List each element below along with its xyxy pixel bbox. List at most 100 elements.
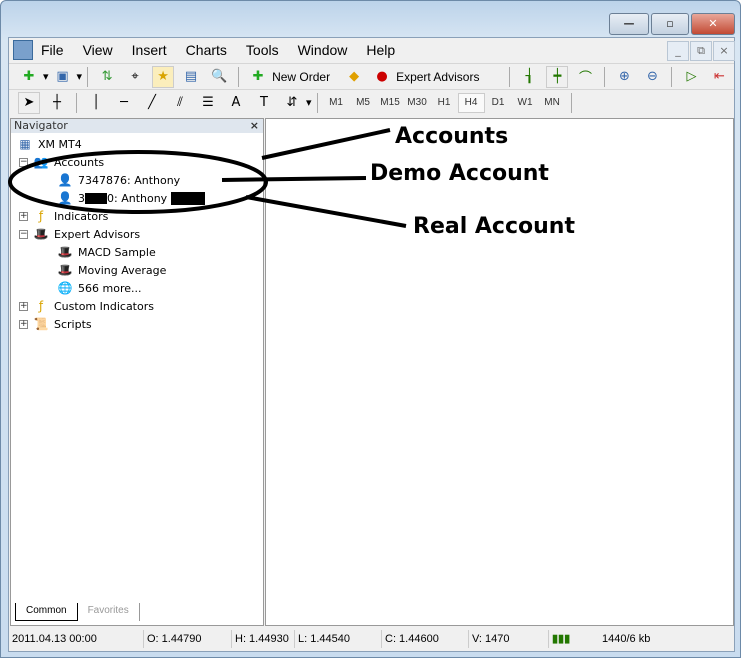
experts-collapse-toggle[interactable]: − <box>19 230 28 239</box>
crosshair-icon[interactable]: ┼ <box>46 92 68 114</box>
mdi-close-button[interactable]: × <box>713 41 735 61</box>
status-high: H: 1.44930 <box>232 630 295 648</box>
mdi-restore-button[interactable]: ⧉ <box>690 41 712 61</box>
ea-label: 566 more... <box>78 281 142 295</box>
timeframe-d1[interactable]: D1 <box>485 97 512 108</box>
timeframe-h4[interactable]: H4 <box>457 92 485 113</box>
expert-advisors-button[interactable]: Expert Advisors <box>396 70 479 84</box>
menu-file[interactable]: File <box>41 42 64 58</box>
tree-root[interactable]: ▦ XM MT4 <box>17 135 81 153</box>
app-icon <box>13 40 33 60</box>
metaeditor-icon[interactable]: ◆ <box>343 66 365 88</box>
menu-insert[interactable]: Insert <box>132 42 167 58</box>
bar-chart-icon[interactable]: ┧ <box>518 66 540 88</box>
timeframe-m30[interactable]: M30 <box>404 97 431 108</box>
close-button[interactable]: ✕ <box>691 13 735 35</box>
scripts-icon: 📜 <box>33 317 49 331</box>
demo-account-icon: 👤 <box>57 173 73 187</box>
menu-help[interactable]: Help <box>366 42 395 58</box>
annotation-demo-account: Demo Account <box>370 161 549 186</box>
timeframe-w1[interactable]: W1 <box>512 97 539 108</box>
real-account-prefix: 3 <box>78 191 85 205</box>
strategy-tester-icon[interactable]: 🔍 <box>208 66 230 88</box>
tree-ea-moving-average[interactable]: 🎩 Moving Average <box>57 261 167 279</box>
globe-icon: 🌐 <box>57 281 73 295</box>
custom-indicators-expand-toggle[interactable]: + <box>19 302 28 311</box>
tree-ea-more[interactable]: 🌐 566 more... <box>57 279 142 297</box>
indicators-expand-toggle[interactable]: + <box>19 212 28 221</box>
status-datetime: 2011.04.13 00:00 <box>9 630 144 648</box>
profiles-icon[interactable]: ▣ <box>52 66 74 88</box>
custom-indicators-label: Custom Indicators <box>54 299 154 313</box>
ea-label: MACD Sample <box>78 245 156 259</box>
indicators-icon: ƒ <box>38 209 44 223</box>
accounts-icon: 👥 <box>33 155 49 169</box>
cursor-icon[interactable]: ➤ <box>18 91 40 114</box>
line-chart-icon[interactable]: ⌒ <box>574 66 596 88</box>
tab-favorites[interactable]: Favorites <box>78 603 140 621</box>
new-order-button[interactable]: New Order <box>272 70 330 84</box>
timeframe-h1[interactable]: H1 <box>431 97 458 108</box>
trendline-icon[interactable]: ╱ <box>141 92 163 114</box>
timeframe-m15[interactable]: M15 <box>377 97 404 108</box>
timeframe-m1[interactable]: M1 <box>323 97 350 108</box>
tree-custom-indicators[interactable]: ƒ Custom Indicators <box>33 297 154 315</box>
redaction-box <box>171 191 206 205</box>
zoom-in-icon[interactable]: ⊕ <box>613 66 635 88</box>
chart-area[interactable] <box>265 118 734 626</box>
status-volume: V: 1470 <box>469 630 549 648</box>
annotation-real-account: Real Account <box>413 214 575 239</box>
tab-common[interactable]: Common <box>15 603 78 621</box>
real-account-icon: 👤 <box>57 191 73 205</box>
fibonacci-icon[interactable]: ☰ <box>197 92 219 114</box>
tree-expert-advisors[interactable]: 🎩 Expert Advisors <box>33 225 141 243</box>
horizontal-line-icon[interactable]: ─ <box>113 92 135 114</box>
vertical-line-icon[interactable]: │ <box>85 92 107 114</box>
timeframe-mn[interactable]: MN <box>539 97 566 108</box>
menu-tools[interactable]: Tools <box>246 42 279 58</box>
navigator-title: Navigator <box>14 119 68 132</box>
auto-scroll-icon[interactable]: ▷ <box>680 66 702 88</box>
tree-indicators[interactable]: ƒ Indicators <box>33 207 108 225</box>
equidistant-channel-icon[interactable]: ⫽ <box>169 92 191 114</box>
menu-view[interactable]: View <box>83 42 113 58</box>
navigator-tabs: Common Favorites <box>15 603 140 621</box>
line-studies-toolbar: ➤ ┼ │ ─ ╱ ⫽ ☰ A T ⇵ ▾ M1 M5 M15 M30 H1 H4… <box>9 89 734 115</box>
navigator-icon[interactable]: ★ <box>152 65 175 88</box>
navigator-header: Navigator × <box>11 119 263 133</box>
menu-window[interactable]: Window <box>298 42 348 58</box>
tree-scripts[interactable]: 📜 Scripts <box>33 315 92 333</box>
new-chart-icon[interactable]: ✚ <box>18 66 40 88</box>
data-window-icon[interactable]: ⌖ <box>124 66 146 88</box>
arrows-icon[interactable]: ⇵ <box>281 92 303 114</box>
market-watch-icon[interactable]: ⇅ <box>96 66 118 88</box>
candlestick-icon[interactable]: ┿ <box>546 65 569 88</box>
status-close: C: 1.44600 <box>382 630 469 648</box>
mdi-minimize-button[interactable]: _ <box>667 41 689 61</box>
menu-charts[interactable]: Charts <box>186 42 227 58</box>
navigator-close-icon[interactable]: × <box>250 119 259 133</box>
tree-demo-account[interactable]: 👤 7347876: Anthony <box>57 171 181 189</box>
tree-ea-macd[interactable]: 🎩 MACD Sample <box>57 243 156 261</box>
tree-accounts[interactable]: 👥 Accounts <box>33 153 105 171</box>
text-label-icon[interactable]: T <box>253 92 275 114</box>
indicators-label: Indicators <box>54 209 109 223</box>
timeframe-m5[interactable]: M5 <box>350 97 377 108</box>
expert-advisors-icon: ● <box>376 69 388 84</box>
scripts-expand-toggle[interactable]: + <box>19 320 28 329</box>
status-bar: 2011.04.13 00:00 O: 1.44790 H: 1.44930 L… <box>9 626 734 652</box>
accounts-collapse-toggle[interactable]: − <box>19 158 28 167</box>
zoom-out-icon[interactable]: ⊖ <box>641 66 663 88</box>
status-traffic: 1440/6 kb <box>602 633 651 645</box>
tree-real-account[interactable]: 👤 3 0: Anthony <box>57 189 206 207</box>
chart-shift-icon[interactable]: ⇤ <box>708 66 730 88</box>
maximize-button[interactable]: ▫ <box>651 13 689 35</box>
ea-label: Moving Average <box>78 263 167 277</box>
expert-advisor-icon: 🎩 <box>57 263 73 277</box>
minimize-button[interactable]: — <box>609 13 649 35</box>
annotation-accounts: Accounts <box>395 124 509 149</box>
text-icon[interactable]: A <box>225 92 247 114</box>
demo-account-label: 7347876: Anthony <box>78 173 181 187</box>
expert-advisor-icon: 🎩 <box>57 245 73 259</box>
terminal-icon[interactable]: ▤ <box>180 66 202 88</box>
